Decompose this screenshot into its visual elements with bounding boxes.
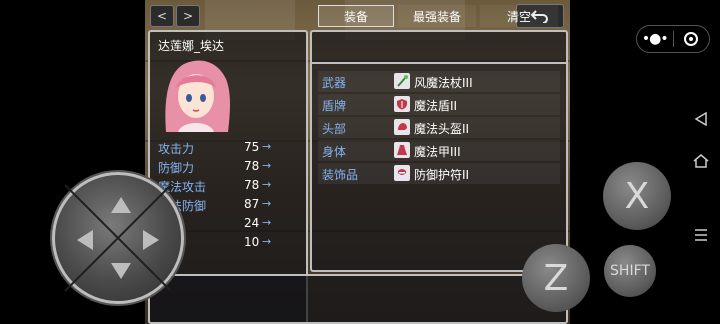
stat-row: 攻击力 75 → xyxy=(158,138,278,157)
amulet-icon xyxy=(394,165,410,181)
equip-slot-body[interactable]: 身体 魔法甲III xyxy=(318,140,560,161)
slot-item: 风魔法杖III xyxy=(414,76,473,90)
chevron-left-icon: < xyxy=(156,9,168,23)
slot-label: 身体 xyxy=(322,145,347,159)
chevron-right-icon: > xyxy=(182,9,194,23)
clear-command[interactable]: 清空 xyxy=(480,5,558,27)
shift-button[interactable]: SHIFT xyxy=(604,245,656,297)
arrow-right-icon: → xyxy=(262,159,272,172)
slot-item: 魔法头盔II xyxy=(414,122,470,136)
shield-icon xyxy=(394,96,410,112)
next-actor-button[interactable]: > xyxy=(176,5,200,27)
slot-label: 盾牌 xyxy=(322,99,347,113)
triangle-back-icon[interactable] xyxy=(690,108,712,130)
arrow-up-icon[interactable] xyxy=(111,197,131,213)
arrow-right-icon: → xyxy=(262,140,272,153)
equip-slot-accessory[interactable]: 装饰品 防御护符II xyxy=(318,163,560,184)
actor-portrait xyxy=(165,60,230,132)
slot-item: 魔法盾II xyxy=(414,99,458,113)
stat-value: 24 xyxy=(244,216,260,230)
arrow-left-icon[interactable] xyxy=(77,230,93,250)
equip-slot-shield[interactable]: 盾牌 魔法盾II xyxy=(318,94,560,115)
stat-row: 防御力 78 → xyxy=(158,157,278,176)
prev-actor-button[interactable]: < xyxy=(150,5,174,27)
close-circle-icon[interactable] xyxy=(673,32,709,46)
help-window xyxy=(148,274,568,324)
menu-icon[interactable] xyxy=(690,224,712,246)
stat-row: 魔法攻击 78 → xyxy=(158,176,278,195)
stat-label: 攻击力 xyxy=(158,142,195,156)
stat-value: 10 xyxy=(244,235,260,249)
slot-item: 防御护符II xyxy=(414,168,470,182)
stat-value: 78 xyxy=(244,178,260,192)
z-button[interactable]: Z xyxy=(522,244,590,312)
staff-icon xyxy=(394,73,410,89)
stat-value: 75 xyxy=(244,140,260,154)
arrow-right-icon: → xyxy=(262,216,272,229)
actor-name: 达莲娜_埃达 xyxy=(158,39,225,53)
equip-slot-weapon[interactable]: 武器 风魔法杖III xyxy=(318,71,560,92)
slot-label: 头部 xyxy=(322,122,347,136)
slot-item: 魔法甲III xyxy=(414,145,461,159)
stat-value: 78 xyxy=(244,159,260,173)
stat-value: 87 xyxy=(244,197,260,211)
more-icon[interactable]: •●• xyxy=(637,31,673,47)
stat-label: 防御力 xyxy=(158,161,195,175)
optimize-command[interactable]: 最强装备 xyxy=(398,5,476,27)
slot-label: 装饰品 xyxy=(322,168,359,182)
home-icon[interactable] xyxy=(690,150,712,172)
mini-program-capsule: •●• xyxy=(636,25,710,53)
dpad[interactable] xyxy=(52,172,184,304)
equip-slot-head[interactable]: 头部 魔法头盔II xyxy=(318,117,560,138)
equip-command[interactable]: 装备 xyxy=(318,5,394,27)
arrow-right-icon[interactable] xyxy=(143,230,159,250)
divider xyxy=(312,62,566,64)
arrow-down-icon[interactable] xyxy=(111,263,131,279)
arrow-right-icon: → xyxy=(262,197,272,210)
arrow-right-icon: → xyxy=(262,178,272,191)
arrow-right-icon: → xyxy=(262,235,272,248)
slot-label: 武器 xyxy=(322,76,347,90)
helmet-icon xyxy=(394,119,410,135)
x-button[interactable]: X xyxy=(603,162,671,230)
armor-icon xyxy=(394,142,410,158)
